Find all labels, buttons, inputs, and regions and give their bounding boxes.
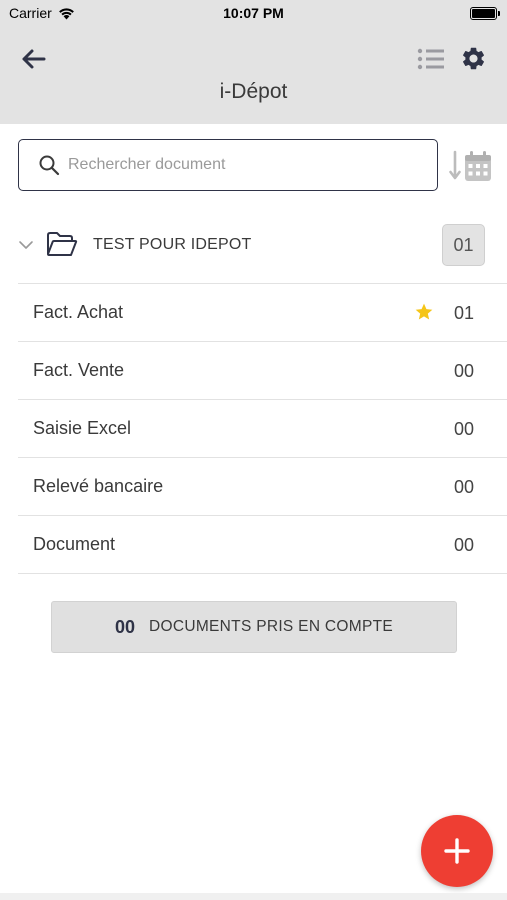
sort-by-date-button[interactable]: [448, 148, 494, 184]
app-header: Carrier 10:07 PM i-Dépot: [0, 0, 507, 124]
list-item-fact-achat[interactable]: Fact. Achat 01: [18, 284, 507, 342]
search-box[interactable]: [18, 139, 438, 191]
list-item-releve-bancaire[interactable]: Relevé bancaire 00: [18, 458, 507, 516]
open-folder-icon: [47, 232, 78, 256]
list-item-count: 00: [453, 419, 474, 439]
page-title: i-Dépot: [219, 80, 288, 103]
list-item-label: Relevé bancaire: [33, 476, 164, 496]
list-item-label: Saisie Excel: [33, 418, 132, 438]
list-item-count: 00: [453, 535, 474, 555]
list-item-label: Fact. Vente: [33, 360, 125, 380]
gear-icon: [462, 47, 484, 69]
star-icon[interactable]: [414, 302, 434, 322]
list-item-document[interactable]: Document 00: [18, 516, 507, 574]
back-button[interactable]: [18, 44, 48, 74]
folder-name: TEST POUR IDEPOT: [93, 236, 252, 253]
bottom-strip: [0, 893, 507, 900]
arrow-left-icon: [22, 49, 46, 69]
folder-row[interactable]: TEST POUR IDEPOT 01: [0, 218, 507, 272]
search-icon: [38, 154, 60, 176]
list-icon: [417, 48, 444, 70]
list-item-count: 00: [453, 361, 474, 381]
summary-count: 00: [114, 616, 135, 637]
list-view-button[interactable]: [416, 44, 446, 74]
list-item-count: 00: [453, 477, 474, 497]
list-item-label: Document: [33, 534, 116, 554]
battery-icon: [470, 7, 500, 20]
add-document-button[interactable]: [421, 815, 493, 887]
status-time: 10:07 PM: [223, 5, 284, 21]
search-input[interactable]: [68, 156, 408, 174]
category-list: Fact. Achat 01 Fact. Vente 00 Saisie Exc…: [18, 283, 507, 574]
summary-label: DOCUMENTS PRIS EN COMPTE: [149, 618, 394, 635]
list-item-count: 01: [453, 303, 474, 323]
plus-icon: [444, 838, 470, 864]
status-bar: Carrier 10:07 PM: [0, 0, 507, 28]
list-item-fact-vente[interactable]: Fact. Vente 00: [18, 342, 507, 400]
folder-count-badge: 01: [442, 224, 485, 266]
documents-summary-button[interactable]: 00 DOCUMENTS PRIS EN COMPTE: [51, 601, 457, 653]
list-item-label: Fact. Achat: [33, 302, 124, 322]
list-item-saisie-excel[interactable]: Saisie Excel 00: [18, 400, 507, 458]
chevron-down-icon[interactable]: [17, 236, 35, 254]
sort-by-date-icon: [449, 150, 491, 181]
settings-button[interactable]: [458, 43, 488, 73]
